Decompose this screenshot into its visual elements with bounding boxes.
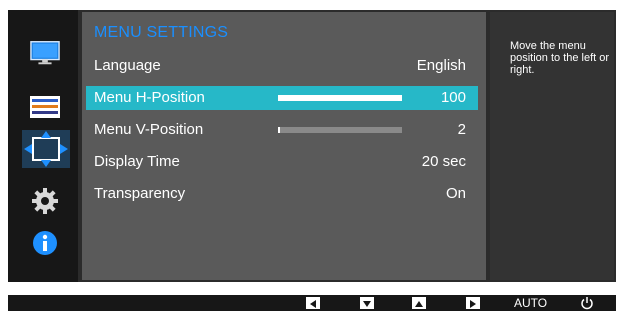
- menu-item-label: Display Time: [94, 153, 180, 170]
- help-text: Move the menu position to the left or ri…: [510, 40, 610, 76]
- menu-item-value: 2: [457, 121, 466, 138]
- h-position-slider-fill: [278, 95, 402, 101]
- v-position-slider-fill: [278, 127, 280, 133]
- right-key[interactable]: [466, 297, 480, 309]
- up-key[interactable]: [412, 297, 426, 309]
- menu-panel: MENU SETTINGS Language English Menu H-Po…: [82, 12, 486, 280]
- info-panel: Move the menu position to the left or ri…: [490, 12, 614, 280]
- monitor-icon[interactable]: [30, 38, 60, 68]
- color-bars-icon[interactable]: [30, 92, 60, 122]
- menu-item-transparency[interactable]: Transparency On: [86, 182, 478, 206]
- right-arrow-icon: [470, 300, 476, 308]
- v-position-slider[interactable]: [278, 127, 402, 133]
- auto-button[interactable]: AUTO: [514, 296, 547, 310]
- menu-item-value: 100: [440, 89, 466, 106]
- down-key[interactable]: [360, 297, 374, 309]
- menu-item-label: Language: [94, 57, 161, 74]
- osd-window: MENU SETTINGS Language English Menu H-Po…: [8, 10, 616, 282]
- left-arrow-icon: [310, 300, 316, 308]
- bottom-key-bar: AUTO: [8, 295, 616, 311]
- left-key[interactable]: [306, 297, 320, 309]
- menu-title: MENU SETTINGS: [94, 24, 229, 41]
- menu-item-language[interactable]: Language English: [86, 54, 478, 78]
- h-position-slider[interactable]: [278, 95, 402, 101]
- menu-item-value: On: [445, 185, 466, 202]
- power-icon[interactable]: [580, 296, 594, 315]
- down-arrow-icon: [363, 301, 371, 307]
- menu-item-label: Menu V-Position: [94, 121, 204, 138]
- menu-item-display-time[interactable]: Display Time 20 sec: [86, 150, 478, 174]
- menu-item-value: English: [416, 57, 466, 74]
- up-arrow-icon: [415, 301, 423, 307]
- sidebar: [8, 10, 78, 282]
- move-arrows-icon[interactable]: [22, 130, 70, 168]
- menu-item-label: Transparency: [94, 185, 186, 202]
- menu-item-v-position[interactable]: Menu V-Position 2: [86, 118, 478, 142]
- menu-item-h-position[interactable]: Menu H-Position 100: [86, 86, 478, 110]
- gear-icon[interactable]: [30, 186, 60, 216]
- info-icon[interactable]: [30, 228, 60, 258]
- menu-item-value: 20 sec: [421, 153, 466, 170]
- menu-item-label: Menu H-Position: [94, 89, 205, 106]
